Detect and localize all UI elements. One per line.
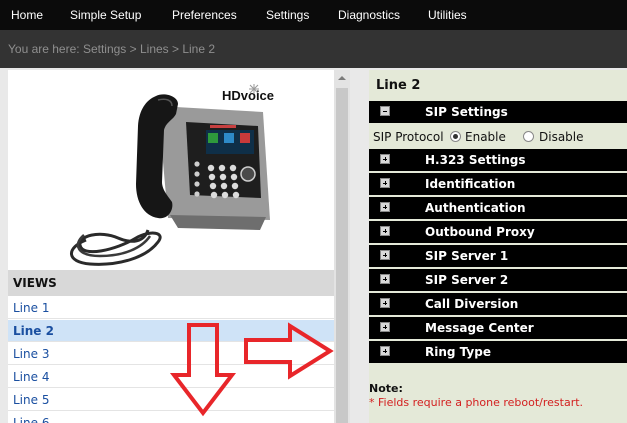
right-arrow-icon bbox=[244, 322, 334, 380]
annotation-arrows bbox=[169, 322, 334, 417]
down-arrow-icon bbox=[169, 323, 237, 417]
